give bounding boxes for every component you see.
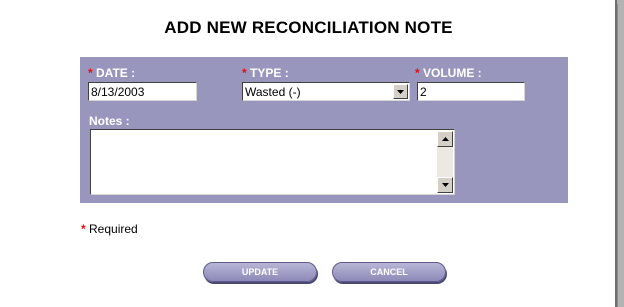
form-panel: * DATE : 8/13/2003 * TYPE : Wasted (-) *… xyxy=(80,57,568,203)
scroll-up-arrow-icon[interactable] xyxy=(437,131,453,147)
chevron-down-icon[interactable] xyxy=(393,84,408,99)
type-select[interactable]: Wasted (-) xyxy=(242,82,410,101)
required-asterisk: * xyxy=(242,66,247,80)
volume-label: VOLUME : xyxy=(423,66,482,80)
date-label: DATE : xyxy=(96,66,136,80)
notes-textarea[interactable] xyxy=(90,129,455,195)
notes-label: Notes : xyxy=(89,114,130,128)
scroll-down-arrow-icon[interactable] xyxy=(437,177,453,193)
date-label-group: * DATE : xyxy=(88,66,135,80)
notes-scrollbar[interactable] xyxy=(437,131,453,193)
dialog-title: ADD NEW RECONCILIATION NOTE xyxy=(164,18,453,37)
volume-label-group: * VOLUME : xyxy=(415,66,482,80)
type-label-group: * TYPE : xyxy=(242,66,289,80)
dialog-window: ADD NEW RECONCILIATION NOTE * DATE : 8/1… xyxy=(0,0,617,307)
cancel-button[interactable]: CANCEL xyxy=(332,262,446,282)
required-asterisk: * xyxy=(88,66,93,80)
required-asterisk: * xyxy=(81,222,86,236)
date-input[interactable]: 8/13/2003 xyxy=(88,82,197,101)
type-select-value: Wasted (-) xyxy=(245,85,301,99)
update-button[interactable]: UPDATE xyxy=(203,262,317,282)
required-asterisk: * xyxy=(415,66,420,80)
required-text: Required xyxy=(89,222,138,236)
volume-input[interactable]: 2 xyxy=(417,82,525,101)
required-legend: * Required xyxy=(81,222,138,236)
type-label: TYPE : xyxy=(250,66,289,80)
